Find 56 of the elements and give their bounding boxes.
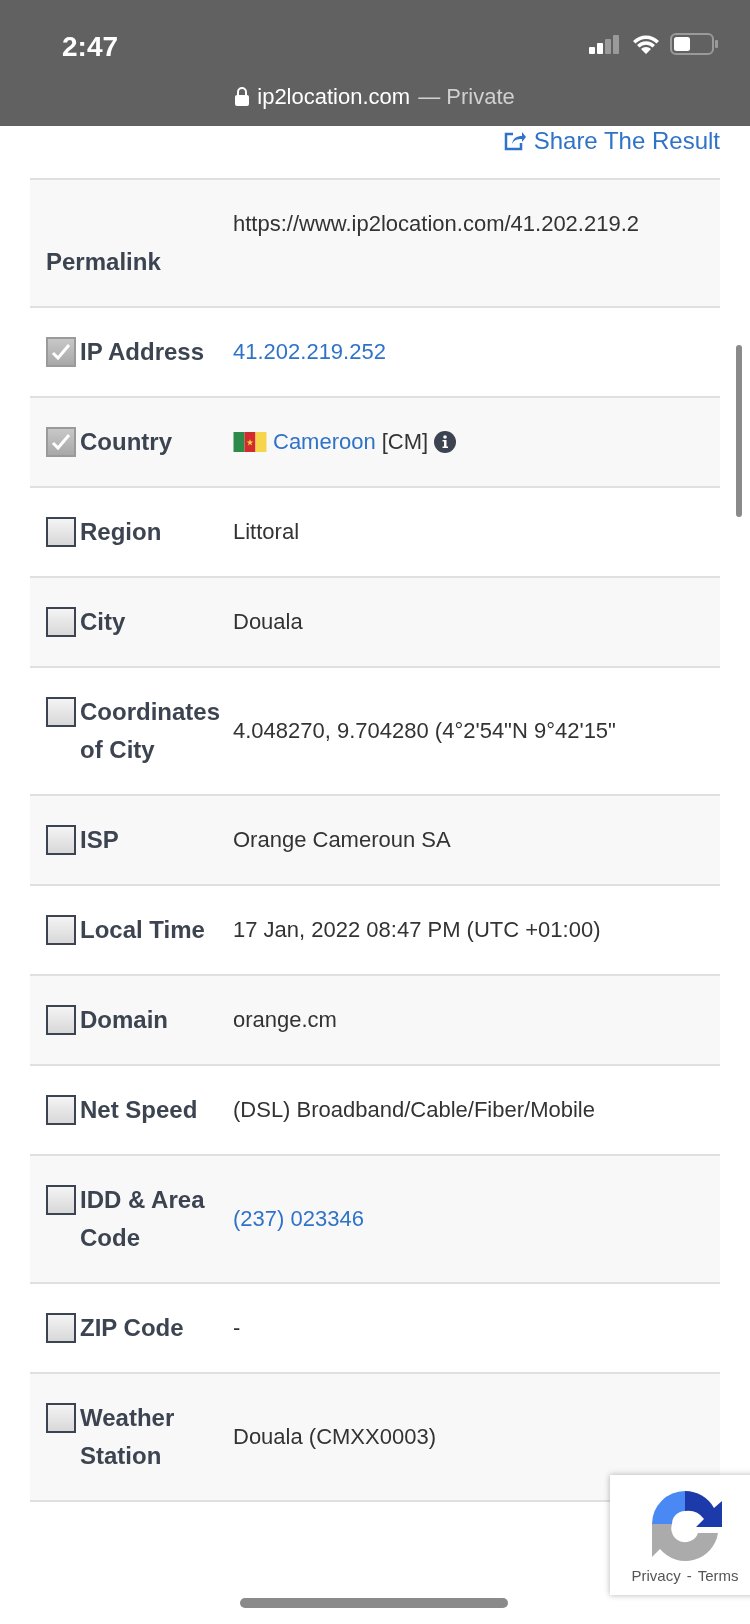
info-icon[interactable] xyxy=(434,431,457,453)
share-link[interactable]: Share The Result xyxy=(503,126,720,156)
field-label: Net Speed xyxy=(80,1095,198,1125)
field-label: Region xyxy=(80,517,162,547)
checkbox[interactable] xyxy=(46,1185,76,1215)
signal-icon xyxy=(589,34,621,54)
check-icon xyxy=(51,343,71,361)
permalink-url: https://www.ip2location.com/41.202.219.2 xyxy=(233,210,640,238)
checkbox[interactable] xyxy=(46,1095,76,1125)
checkbox[interactable] xyxy=(46,1005,76,1035)
checkbox[interactable] xyxy=(46,825,76,855)
checkbox[interactable] xyxy=(46,915,76,945)
checkbox[interactable] xyxy=(46,337,76,367)
field-label: IP Address xyxy=(80,337,205,367)
field-label: Domain xyxy=(80,1005,168,1035)
field-label: Weather Station xyxy=(80,1403,176,1471)
separator: - xyxy=(686,1566,692,1586)
checkbox[interactable] xyxy=(46,697,76,727)
field-label: City xyxy=(80,607,126,637)
url-domain[interactable]: ip2location.com xyxy=(257,80,411,113)
field-label: ISP xyxy=(80,825,119,855)
browsing-mode: — Private xyxy=(418,83,515,111)
wifi-icon xyxy=(632,33,660,55)
flag-icon xyxy=(233,432,267,452)
field-value: 17 Jan, 2022 08:47 PM (UTC +01:00) xyxy=(233,916,601,944)
value-link[interactable]: 41.202.219.252 xyxy=(233,333,386,371)
checkbox[interactable] xyxy=(46,517,76,547)
checkbox[interactable] xyxy=(46,607,76,637)
value-link[interactable]: (237) 023346 xyxy=(233,1200,364,1238)
field-value: Orange Cameroun SA xyxy=(233,826,451,854)
country-link[interactable]: Cameroon xyxy=(273,423,376,461)
field-value: orange.cm xyxy=(233,1006,337,1034)
field-label: ZIP Code xyxy=(80,1313,184,1343)
terms-link[interactable]: Terms xyxy=(697,1565,739,1588)
share-icon xyxy=(503,131,526,151)
recaptcha-badge[interactable]: Privacy - Terms xyxy=(610,1475,750,1595)
field-label: Local Time xyxy=(80,915,205,945)
field-value: Littoral xyxy=(233,518,300,546)
check-icon xyxy=(51,433,71,451)
field-label: IDD & Area Code xyxy=(80,1185,206,1253)
privacy-link[interactable]: Privacy xyxy=(631,1565,681,1588)
checkbox[interactable] xyxy=(46,427,76,457)
field-label: Country xyxy=(80,427,172,457)
field-value: 4.048270, 9.704280 (4°2'54"N 9°42'15" xyxy=(233,717,616,745)
lock-icon xyxy=(235,87,250,106)
field-label: Permalink xyxy=(46,247,161,277)
field-value: (DSL) Broadband/Cable/Fiber/Mobile xyxy=(233,1096,595,1124)
checkbox[interactable] xyxy=(46,1313,76,1343)
field-value: Douala (CMXX0003) xyxy=(233,1423,436,1451)
clock: 2:47 xyxy=(62,30,119,64)
field-label: Coordinates of City xyxy=(80,697,221,765)
checkbox[interactable] xyxy=(46,1403,76,1433)
country-code: [CM] xyxy=(381,428,429,456)
field-value: Douala xyxy=(233,608,303,636)
field-value: - xyxy=(233,1314,241,1342)
battery-icon xyxy=(670,33,718,55)
